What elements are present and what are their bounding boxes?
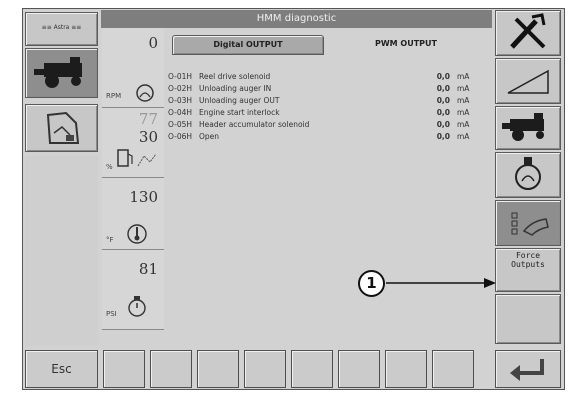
fuel-value-bottom: 30 bbox=[138, 128, 158, 146]
output-name: Unloading auger OUT bbox=[199, 96, 280, 105]
output-value: 0,0 bbox=[436, 96, 450, 105]
softkey-1[interactable] bbox=[103, 350, 145, 388]
hand-touch-icon bbox=[511, 212, 549, 236]
output-row[interactable]: O-04H Engine start interlock 0,0 mA bbox=[168, 107, 490, 119]
output-code: O-05H bbox=[168, 120, 193, 129]
output-code: O-06H bbox=[168, 132, 193, 141]
engine-icon bbox=[136, 84, 154, 102]
tools-button[interactable] bbox=[495, 10, 561, 56]
callout-marker: 1 bbox=[358, 270, 385, 297]
tab-digital-output[interactable]: Digital OUTPUT bbox=[172, 35, 324, 55]
engine-button[interactable] bbox=[495, 152, 561, 198]
force-outputs-button[interactable]: Force Outputs bbox=[495, 248, 561, 292]
output-value: 0,0 bbox=[436, 84, 450, 93]
rpm-value: 0 bbox=[148, 34, 158, 52]
pressure-gauge: 81 PSI bbox=[102, 250, 164, 330]
pressure-unit: PSI bbox=[106, 310, 117, 318]
output-name: Open bbox=[199, 132, 220, 141]
engine-icon bbox=[515, 157, 541, 190]
output-name: Unloading auger IN bbox=[199, 84, 272, 93]
combine-harvester-icon bbox=[34, 57, 82, 88]
fuel-pump-icon bbox=[117, 149, 157, 167]
enter-icon bbox=[510, 359, 544, 381]
output-list: O-01H Reel drive solenoid 0,0 mA O-02H U… bbox=[168, 71, 490, 151]
machine-button[interactable] bbox=[25, 48, 98, 98]
softkey-4[interactable] bbox=[244, 350, 286, 388]
temperature-value: 130 bbox=[129, 188, 158, 206]
output-name: Header accumulator solenoid bbox=[199, 120, 310, 129]
enter-button[interactable] bbox=[495, 350, 561, 388]
tab-pwm-output[interactable]: PWM OUTPUT bbox=[330, 35, 482, 55]
rpm-unit: RPM bbox=[106, 92, 122, 100]
output-value: 0,0 bbox=[436, 108, 450, 117]
combine-button[interactable] bbox=[495, 106, 561, 150]
thermometer-icon bbox=[127, 224, 147, 244]
softkey-8[interactable] bbox=[432, 350, 474, 388]
output-row[interactable]: O-06H Open 0,0 mA bbox=[168, 131, 490, 143]
output-unit: mA bbox=[457, 96, 470, 105]
output-unit: mA bbox=[457, 132, 470, 141]
softkey-5[interactable] bbox=[291, 350, 333, 388]
brand-logo: ≡≡ Astra ≡≡ bbox=[41, 24, 82, 31]
esc-button[interactable]: Esc bbox=[25, 350, 98, 388]
force-outputs-label-line1: Force bbox=[515, 251, 541, 260]
output-row[interactable]: O-03H Unloading auger OUT 0,0 mA bbox=[168, 95, 490, 107]
output-code: O-01H bbox=[168, 72, 193, 81]
output-code: O-03H bbox=[168, 96, 193, 105]
temperature-gauge: 130 °F bbox=[102, 178, 164, 250]
callout-arrow bbox=[386, 278, 496, 288]
pressure-value: 81 bbox=[138, 260, 158, 278]
output-code: O-04H bbox=[168, 108, 193, 117]
output-row[interactable]: O-01H Reel drive solenoid 0,0 mA bbox=[168, 71, 490, 83]
tools-icon bbox=[510, 13, 546, 49]
pressure-gauge-icon bbox=[128, 296, 146, 317]
ramp-icon bbox=[507, 69, 549, 94]
fuel-value-top: 77 bbox=[138, 110, 158, 128]
output-row[interactable]: O-05H Header accumulator solenoid 0,0 mA bbox=[168, 119, 490, 131]
logo-button[interactable]: ≡≡ Astra ≡≡ bbox=[25, 12, 98, 46]
fuel-gauge: 77 30 % bbox=[102, 108, 164, 178]
output-value: 0,0 bbox=[436, 72, 450, 81]
temperature-unit: °F bbox=[106, 236, 114, 244]
blank-right-button[interactable] bbox=[495, 294, 561, 344]
output-row[interactable]: O-02H Unloading auger IN 0,0 mA bbox=[168, 83, 490, 95]
softkey-7[interactable] bbox=[385, 350, 427, 388]
rpm-gauge: 0 RPM bbox=[102, 28, 164, 108]
manual-control-button[interactable] bbox=[495, 200, 561, 246]
output-unit: mA bbox=[457, 108, 470, 117]
output-unit: mA bbox=[457, 84, 470, 93]
output-name: Reel drive solenoid bbox=[199, 72, 271, 81]
ramp-button[interactable] bbox=[495, 58, 561, 104]
softkey-2[interactable] bbox=[150, 350, 192, 388]
output-unit: mA bbox=[457, 72, 470, 81]
output-unit: mA bbox=[457, 120, 470, 129]
left-blank-area bbox=[25, 156, 98, 346]
force-outputs-label-line2: Outputs bbox=[511, 260, 545, 269]
fuel-unit: % bbox=[106, 163, 113, 171]
field-map-icon bbox=[46, 111, 80, 144]
output-value: 0,0 bbox=[436, 132, 450, 141]
field-map-button[interactable] bbox=[25, 104, 98, 152]
window-title: HMM diagnostic bbox=[101, 10, 492, 28]
combine-harvester-icon bbox=[502, 113, 544, 141]
softkey-3[interactable] bbox=[197, 350, 239, 388]
output-value: 0,0 bbox=[436, 120, 450, 129]
softkey-6[interactable] bbox=[338, 350, 380, 388]
output-name: Engine start interlock bbox=[199, 108, 280, 117]
output-code: O-02H bbox=[168, 84, 193, 93]
